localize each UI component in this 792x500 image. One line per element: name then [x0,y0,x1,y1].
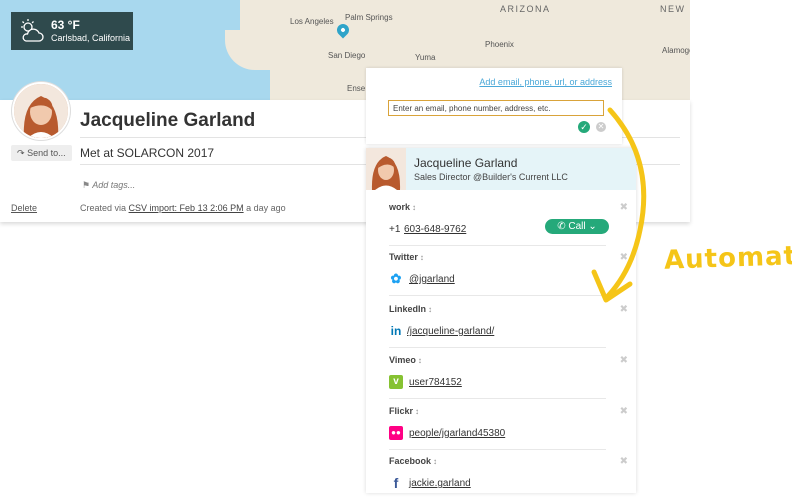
facebook-link[interactable]: jackie.garland [409,478,471,489]
created-info: Created via CSV import: Feb 13 2:06 PM a… [80,203,286,213]
remove-x-icon[interactable]: ✖ [620,406,628,417]
weather-widget: 63 °F Carlsbad, California [11,12,133,50]
annotation-arrow-icon [591,107,647,303]
section-label: Vimeo ↕ [389,355,422,365]
send-to-label: Send to... [27,148,66,158]
facebook-icon: f [393,475,399,491]
weather-temperature: 63 °F [51,18,80,32]
created-prefix: Created via [80,203,127,213]
weather-location: Carlsbad, California [51,33,131,43]
phone-icon: ✆ [557,221,566,232]
share-icon: ↷ [17,148,25,158]
section-label: LinkedIn ↕ [389,304,433,314]
linkedin-icon: in [390,324,402,338]
phone-number-link[interactable]: 603-648-9762 [404,224,466,235]
avatar [366,148,406,190]
vimeo-icon: v [389,375,403,389]
map-city-san-diego: San Diego [328,51,366,60]
linkedin-link[interactable]: /jacqueline-garland/ [407,326,494,337]
delete-link[interactable]: Delete [11,203,37,213]
flickr-icon: ●● [389,426,403,440]
send-to-button[interactable]: ↷ Send to... [11,145,72,161]
map-city-los-angeles: Los Angeles [290,17,334,26]
divider [389,295,606,296]
add-info-link[interactable]: Add email, phone, url, or address [479,77,612,87]
map-city-palm-springs: Palm Springs [345,13,393,22]
section-label: Flickr ↕ [389,406,420,416]
twitter-icon: ✿ [390,271,402,286]
contact-note[interactable]: Met at SOLARCON 2017 [80,146,214,160]
phone-prefix: +1 [389,224,401,235]
sort-icon: ↕ [428,305,433,314]
contact-name: Jacqueline Garland [80,110,256,131]
tags-placeholder: Add tags... [92,180,136,190]
sort-icon: ↕ [417,356,422,365]
created-suffix: a day ago [246,203,286,213]
flickr-link[interactable]: people/jgarland45380 [409,428,505,439]
cloud-sun-icon [21,19,44,42]
remove-x-icon[interactable]: ✖ [620,456,628,467]
section-label: work ↕ [389,202,417,212]
tag-icon: ⚑ [82,180,91,190]
panel-contact-name: Jacqueline Garland [414,156,518,170]
section-flickr: Flickr ↕ ●● people/jgarland45380 ✖ [366,400,636,450]
panel-contact-role: Sales Director @Builder's Current LLC [414,172,568,182]
section-vimeo: Vimeo ↕ v user784152 ✖ [366,349,636,399]
sort-icon: ↕ [415,407,420,416]
map-city-ensenada: Ense [347,84,366,93]
call-label: Call [568,221,586,232]
divider [389,398,606,399]
sort-icon: ↕ [412,203,417,212]
sort-icon: ↕ [433,457,438,466]
import-link[interactable]: CSV import: Feb 13 2:06 PM [129,203,244,213]
sort-icon: ↕ [419,253,424,262]
vimeo-link[interactable]: user784152 [409,377,462,388]
map-state-arizona: ARIZONA [500,4,551,14]
section-label: Twitter ↕ [389,252,424,262]
add-contact-info-popover: Add email, phone, url, or address Enter … [366,68,622,144]
remove-x-icon[interactable]: ✖ [620,355,628,366]
confirm-check-icon[interactable]: ✓ [578,121,590,133]
map-city-yuma: Yuma [415,53,436,62]
divider [389,347,606,348]
avatar[interactable] [12,82,70,140]
map-city-alamogordo: Alamogor [662,46,690,55]
twitter-link[interactable]: @jgarland [409,274,455,285]
contact-info-input[interactable]: Enter an email, phone number, address, e… [388,100,604,116]
map-city-phoenix: Phoenix [485,40,514,49]
map-state-new-mexico: NEW MEXIC [660,4,690,14]
automatic-annotation: Automatic [663,240,792,276]
section-label: Facebook ↕ [389,456,438,466]
tags-input[interactable]: ⚑ Add tags... [82,180,135,191]
